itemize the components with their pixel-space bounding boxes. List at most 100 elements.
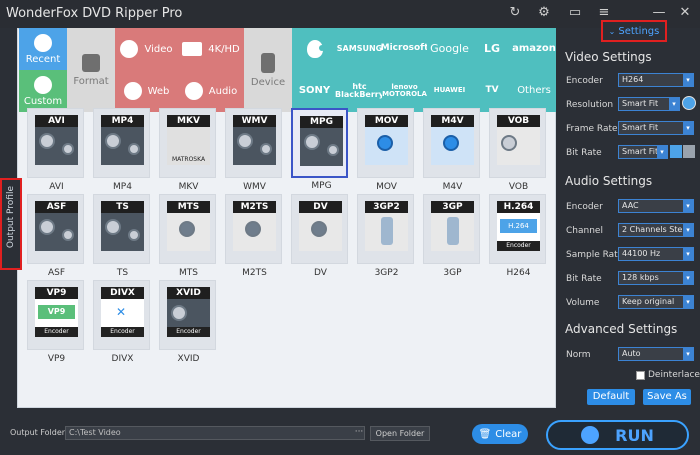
audio-encoder-select[interactable]: AAC ▾	[618, 199, 694, 213]
video-encoder-select[interactable]: H264 ▾	[618, 73, 694, 87]
dropdown-arrow-icon: ▾	[669, 98, 679, 110]
film-reel-icon	[101, 213, 144, 251]
frame-rate-label: Frame Rate	[566, 124, 618, 134]
chevron-down-icon: ⌄	[608, 26, 616, 36]
camcorder-icon	[167, 213, 210, 251]
save-as-button[interactable]: Save As	[643, 389, 691, 405]
brand-microsoft[interactable]: Microsoft	[381, 28, 428, 70]
tablet-icon	[261, 52, 275, 73]
brand-google[interactable]: Google	[427, 28, 472, 70]
brand-lg[interactable]: LG	[472, 28, 512, 70]
encoder-icon: VP9 Encoder	[35, 299, 78, 337]
brand-tv[interactable]: TV	[472, 70, 512, 112]
encoder-icon: H.264 Encoder	[497, 213, 540, 251]
vbr-toggle-icon[interactable]	[683, 145, 695, 158]
format-card-3gp[interactable]: 3GP 3GP	[423, 194, 480, 278]
norm-label: Norm	[566, 350, 591, 360]
video-bitrate-label: Bit Rate	[566, 148, 602, 158]
dropdown-arrow-icon: ▾	[683, 296, 693, 308]
format-card-dv[interactable]: DV DV	[291, 194, 348, 278]
film-reel-icon	[101, 127, 144, 165]
category-custom[interactable]: Custom	[19, 70, 67, 112]
category-4khd[interactable]: 4K/HD	[178, 28, 244, 70]
film-reel-icon	[35, 213, 78, 251]
sample-rate-select[interactable]: 44100 Hz ▾	[618, 247, 694, 261]
run-button[interactable]: RUN	[546, 420, 689, 450]
format-card-mov[interactable]: MOV MOV	[357, 108, 414, 192]
format-card-m2ts[interactable]: M2TS M2TS	[225, 194, 282, 278]
video-bitrate-select[interactable]: Smart Fit ▾	[618, 145, 668, 159]
format-card-ts[interactable]: TS TS	[93, 194, 150, 278]
category-web[interactable]: Web	[115, 70, 178, 112]
volume-select[interactable]: Keep original ▾	[618, 295, 694, 309]
format-card-vp9[interactable]: VP9 VP9 Encoder VP9	[27, 280, 84, 364]
camcorder-icon	[299, 213, 342, 251]
apple-icon	[306, 40, 325, 58]
film-reel-icon	[35, 127, 78, 165]
dropdown-arrow-icon: ▾	[683, 200, 693, 212]
format-card-vob[interactable]: VOB VOB	[489, 108, 546, 192]
category-audio[interactable]: Audio	[178, 70, 244, 112]
brand-lenovo-motorola[interactable]: lenovo MOTOROLA	[382, 70, 427, 112]
clear-button[interactable]: 🗑 Clear	[472, 424, 528, 444]
audio-bitrate-select[interactable]: 128 kbps ▾	[618, 271, 694, 285]
format-card-3gp2[interactable]: 3GP2 3GP2	[357, 194, 414, 278]
chat-icon[interactable]: ▭	[566, 4, 584, 22]
volume-label: Volume	[566, 298, 600, 308]
open-folder-button[interactable]: Open Folder	[370, 426, 430, 441]
channel-select[interactable]: 2 Channels Stere ▾	[618, 223, 694, 237]
category-recent[interactable]: Recent	[19, 28, 67, 70]
format-card-wmv[interactable]: WMV WMV	[225, 108, 282, 192]
format-card-mpg[interactable]: MPG MPG	[291, 108, 348, 191]
output-profile-handle[interactable]: Output Profile	[0, 178, 22, 270]
output-folder-input[interactable]: C:\Test Video	[65, 426, 365, 440]
format-card-mkv[interactable]: MKV MATROSKA MKV	[159, 108, 216, 192]
vp9-badge: VP9	[38, 305, 75, 319]
close-icon[interactable]: ✕	[676, 4, 694, 22]
category-video[interactable]: Video	[115, 28, 178, 70]
audio-encoder-label: Encoder	[566, 202, 603, 212]
format-card-avi[interactable]: AVI AVI	[27, 108, 84, 192]
resolution-select[interactable]: Smart Fit ▾	[618, 97, 680, 111]
refresh-icon[interactable]: ↻	[506, 4, 524, 22]
format-card-asf[interactable]: ASF ASF	[27, 194, 84, 278]
audio-bitrate-label: Bit Rate	[566, 274, 602, 284]
category-others[interactable]: Others	[512, 70, 556, 112]
disc-icon	[581, 426, 600, 444]
dropdown-arrow-icon: ▾	[657, 146, 667, 158]
dropdown-arrow-icon: ▾	[683, 272, 693, 284]
brand-apple[interactable]	[292, 28, 337, 70]
trash-icon: 🗑	[478, 428, 492, 440]
chrome-icon	[123, 82, 142, 100]
format-card-mp4[interactable]: MP4 MP4	[93, 108, 150, 192]
brand-htc-blackberry[interactable]: htc BlackBerry	[335, 70, 384, 112]
video-encoder-label: Encoder	[566, 76, 603, 86]
default-button[interactable]: Default	[587, 389, 635, 405]
category-device[interactable]: Device	[244, 28, 292, 112]
brand-sony[interactable]: SONY	[292, 70, 337, 112]
edit-resolution-icon[interactable]	[682, 96, 696, 110]
brand-huawei[interactable]: HUAWEI	[427, 70, 472, 112]
format-card-mts[interactable]: MTS MTS	[159, 194, 216, 278]
settings-tab[interactable]: ⌄ Settings	[601, 20, 667, 42]
format-card-m4v[interactable]: M4V M4V	[423, 108, 480, 192]
deinterlace-checkbox[interactable]	[636, 371, 645, 380]
brand-samsung[interactable]: SAMSUNG	[337, 28, 382, 70]
settings-gear-icon[interactable]: ⚙	[535, 4, 553, 22]
category-format[interactable]: Format	[67, 28, 115, 112]
format-grid: AVI AVI MP4 MP4 MKV MATROSKA MKV WMV WMV…	[27, 108, 547, 398]
format-card-xvid[interactable]: XVID Encoder XVID	[159, 280, 216, 364]
frame-rate-select[interactable]: Smart Fit ▾	[618, 121, 694, 135]
brand-amazon[interactable]: amazon	[512, 28, 556, 70]
browse-dots-button[interactable]: ···	[352, 426, 366, 440]
norm-select[interactable]: Auto ▾	[618, 347, 694, 361]
sample-rate-label: Sample Rate	[566, 250, 624, 260]
advanced-settings-title: Advanced Settings	[565, 322, 678, 336]
cbr-toggle-icon[interactable]	[670, 145, 682, 158]
format-card-divx[interactable]: DIVX ✕ Encoder DIVX	[93, 280, 150, 364]
dropdown-arrow-icon: ▾	[683, 224, 693, 236]
format-card-h264[interactable]: H.264 H.264 Encoder H264	[489, 194, 546, 278]
custom-icon	[34, 75, 52, 94]
deinterlace-label: Deinterlace	[648, 370, 700, 380]
resolution-label: Resolution	[566, 100, 614, 110]
